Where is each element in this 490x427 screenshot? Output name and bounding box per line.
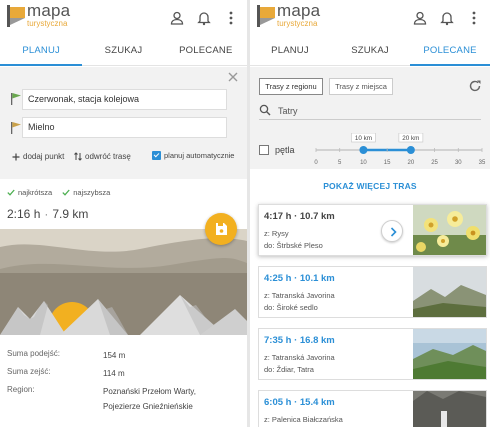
route-card[interactable]: 4:25 h · 10.1 km z: Tatranská Javorina d… (258, 266, 487, 318)
notifications-icon[interactable] (439, 10, 455, 26)
planner-screen: mapa turystyczna PLANUJ SZUKAJ POLECANE … (0, 0, 247, 427)
route-card-to: do: Ždiar, Tatra (264, 365, 314, 374)
route-photo (413, 267, 486, 317)
route-distance: 7.9 km (52, 207, 89, 221)
auto-plan-toggle[interactable]: planuj automatycznie (152, 151, 234, 160)
badge-fastest: najszybsza (62, 188, 110, 197)
add-point-label: dodaj punkt (23, 152, 65, 161)
slider-tick-label: 35 (479, 160, 486, 166)
route-card[interactable]: 7:35 h · 16.8 km z: Tatranská Javorina d… (258, 328, 487, 380)
distance-slider[interactable]: 0 5 10 15 20 25 30 35 10 km 20 km (310, 133, 486, 169)
tab-planuj[interactable]: PLANUJ (250, 36, 330, 65)
open-route-button[interactable] (381, 220, 403, 242)
refresh-icon[interactable] (468, 79, 482, 93)
route-card-from: z: Rysy (264, 229, 289, 238)
tab-polecane-trasy[interactable]: POLECANE TRASY (410, 36, 490, 86)
save-icon (216, 223, 227, 235)
account-icon[interactable] (169, 10, 185, 26)
tab-polecane-trasy[interactable]: POLECANE TRASY (165, 36, 247, 86)
route-card-from: z: Tatranská Javorina (264, 353, 335, 362)
top-bar: mapa turystyczna (250, 0, 490, 36)
route-filter: Trasy z regionu Trasy z miejsca Tatry pę… (250, 67, 490, 169)
route-card[interactable]: 6:05 h · 15.4 km z: Palenica Białczańska (258, 390, 487, 427)
route-photo (413, 391, 486, 427)
check-icon (62, 189, 70, 196)
route-card-title: 6:05 h · 15.4 km (264, 397, 335, 408)
route-summary: 2:16 h · 7.9 km (7, 207, 89, 221)
route-photo (413, 329, 486, 379)
chevron-right-icon (390, 227, 397, 237)
route-time: 2:16 h (7, 207, 41, 221)
route-card-to: do: Štrbské Pleso (264, 241, 323, 250)
slider-tick-label: 25 (431, 160, 438, 166)
route-card-title: 4:25 h · 10.1 km (264, 273, 335, 284)
auto-plan-label: planuj automatycznie (164, 151, 235, 160)
loop-label: pętla (275, 145, 295, 155)
logo-flag-icon (7, 5, 25, 27)
loop-checkbox[interactable] (259, 145, 269, 155)
slider-tick-label: 20 (408, 160, 415, 166)
plus-icon (12, 153, 20, 160)
slider-tick-label: 5 (338, 160, 342, 166)
logo-title: mapa (27, 1, 71, 20)
route-badges: najkrótsza najszybsza (7, 188, 110, 197)
end-point (10, 121, 22, 134)
segment-place-routes[interactable]: Trasy z miejsca (329, 78, 393, 95)
reverse-route-label: odwróć trasę (85, 152, 131, 161)
slider-max-label: 20 km (402, 135, 419, 142)
account-icon[interactable] (412, 10, 428, 26)
main-tabs: PLANUJ SZUKAJ POLECANE TRASY (250, 36, 490, 86)
notifications-icon[interactable] (196, 10, 212, 26)
tab-szukaj[interactable]: SZUKAJ (330, 36, 410, 65)
start-point (10, 92, 22, 105)
tab-szukaj[interactable]: SZUKAJ (82, 36, 164, 65)
recommended-routes-screen: mapa turystyczna PLANUJ SZUKAJ POLECANE … (250, 0, 490, 427)
route-card-title: 4:17 h · 10.7 km (264, 211, 335, 222)
route-card-title: 7:35 h · 16.8 km (264, 335, 335, 346)
check-icon (7, 189, 15, 196)
main-tabs: PLANUJ SZUKAJ POLECANE TRASY (0, 36, 247, 86)
slider-tick-label: 0 (314, 160, 318, 166)
search-icon (259, 104, 271, 116)
segment-region-routes[interactable]: Trasy z regionu (259, 78, 323, 95)
end-field[interactable]: Mielno (22, 117, 227, 138)
slider-tick-label: 15 (384, 160, 391, 166)
loop-toggle[interactable]: pętla (259, 145, 295, 155)
add-point-button[interactable]: dodaj punkt (12, 152, 64, 161)
tab-planuj[interactable]: PLANUJ (0, 36, 83, 66)
route-card-from: z: Tatranská Javorina (264, 291, 335, 300)
top-bar: mapa turystyczna (0, 0, 247, 36)
logo-title: mapa (277, 1, 321, 20)
route-photo (413, 205, 486, 255)
save-route-button[interactable] (205, 213, 237, 245)
slider-min-handle[interactable] (359, 146, 368, 154)
start-field[interactable]: Czerwonak, stacja kolejowa (22, 89, 227, 110)
slider-max-handle[interactable] (406, 146, 415, 154)
swap-vertical-icon (74, 152, 82, 161)
more-menu-icon[interactable] (223, 10, 239, 26)
reverse-route-button[interactable]: odwróć trasę (74, 152, 131, 161)
end-flag-icon[interactable] (10, 121, 22, 134)
show-more-routes-button[interactable]: POKAŻ WIĘCEJ TRAS (250, 181, 490, 191)
more-menu-icon[interactable] (466, 10, 482, 26)
slider-min-label: 10 km (355, 135, 372, 142)
auto-plan-checkbox[interactable] (152, 151, 161, 160)
slider-tick-label: 30 (455, 160, 462, 166)
logo-tagline: turystyczna (277, 19, 318, 28)
close-icon[interactable] (227, 71, 239, 83)
logo-flag-icon (257, 5, 275, 27)
search-value: Tatry (278, 106, 298, 116)
start-flag-icon[interactable] (10, 92, 22, 105)
search-field[interactable]: Tatry (259, 103, 481, 120)
route-card-from: z: Palenica Białczańska (264, 415, 343, 424)
logo-tagline: turystyczna (27, 19, 68, 28)
route-card-to: do: Široké sedlo (264, 303, 318, 312)
badge-shortest: najkrótsza (7, 188, 52, 197)
slider-tick-label: 10 (360, 160, 367, 166)
route-planner: Czerwonak, stacja kolejowa Mielno dodaj … (0, 67, 247, 179)
route-card[interactable]: 4:17 h · 10.7 km z: Rysy do: Štrbské Ple… (258, 204, 487, 256)
